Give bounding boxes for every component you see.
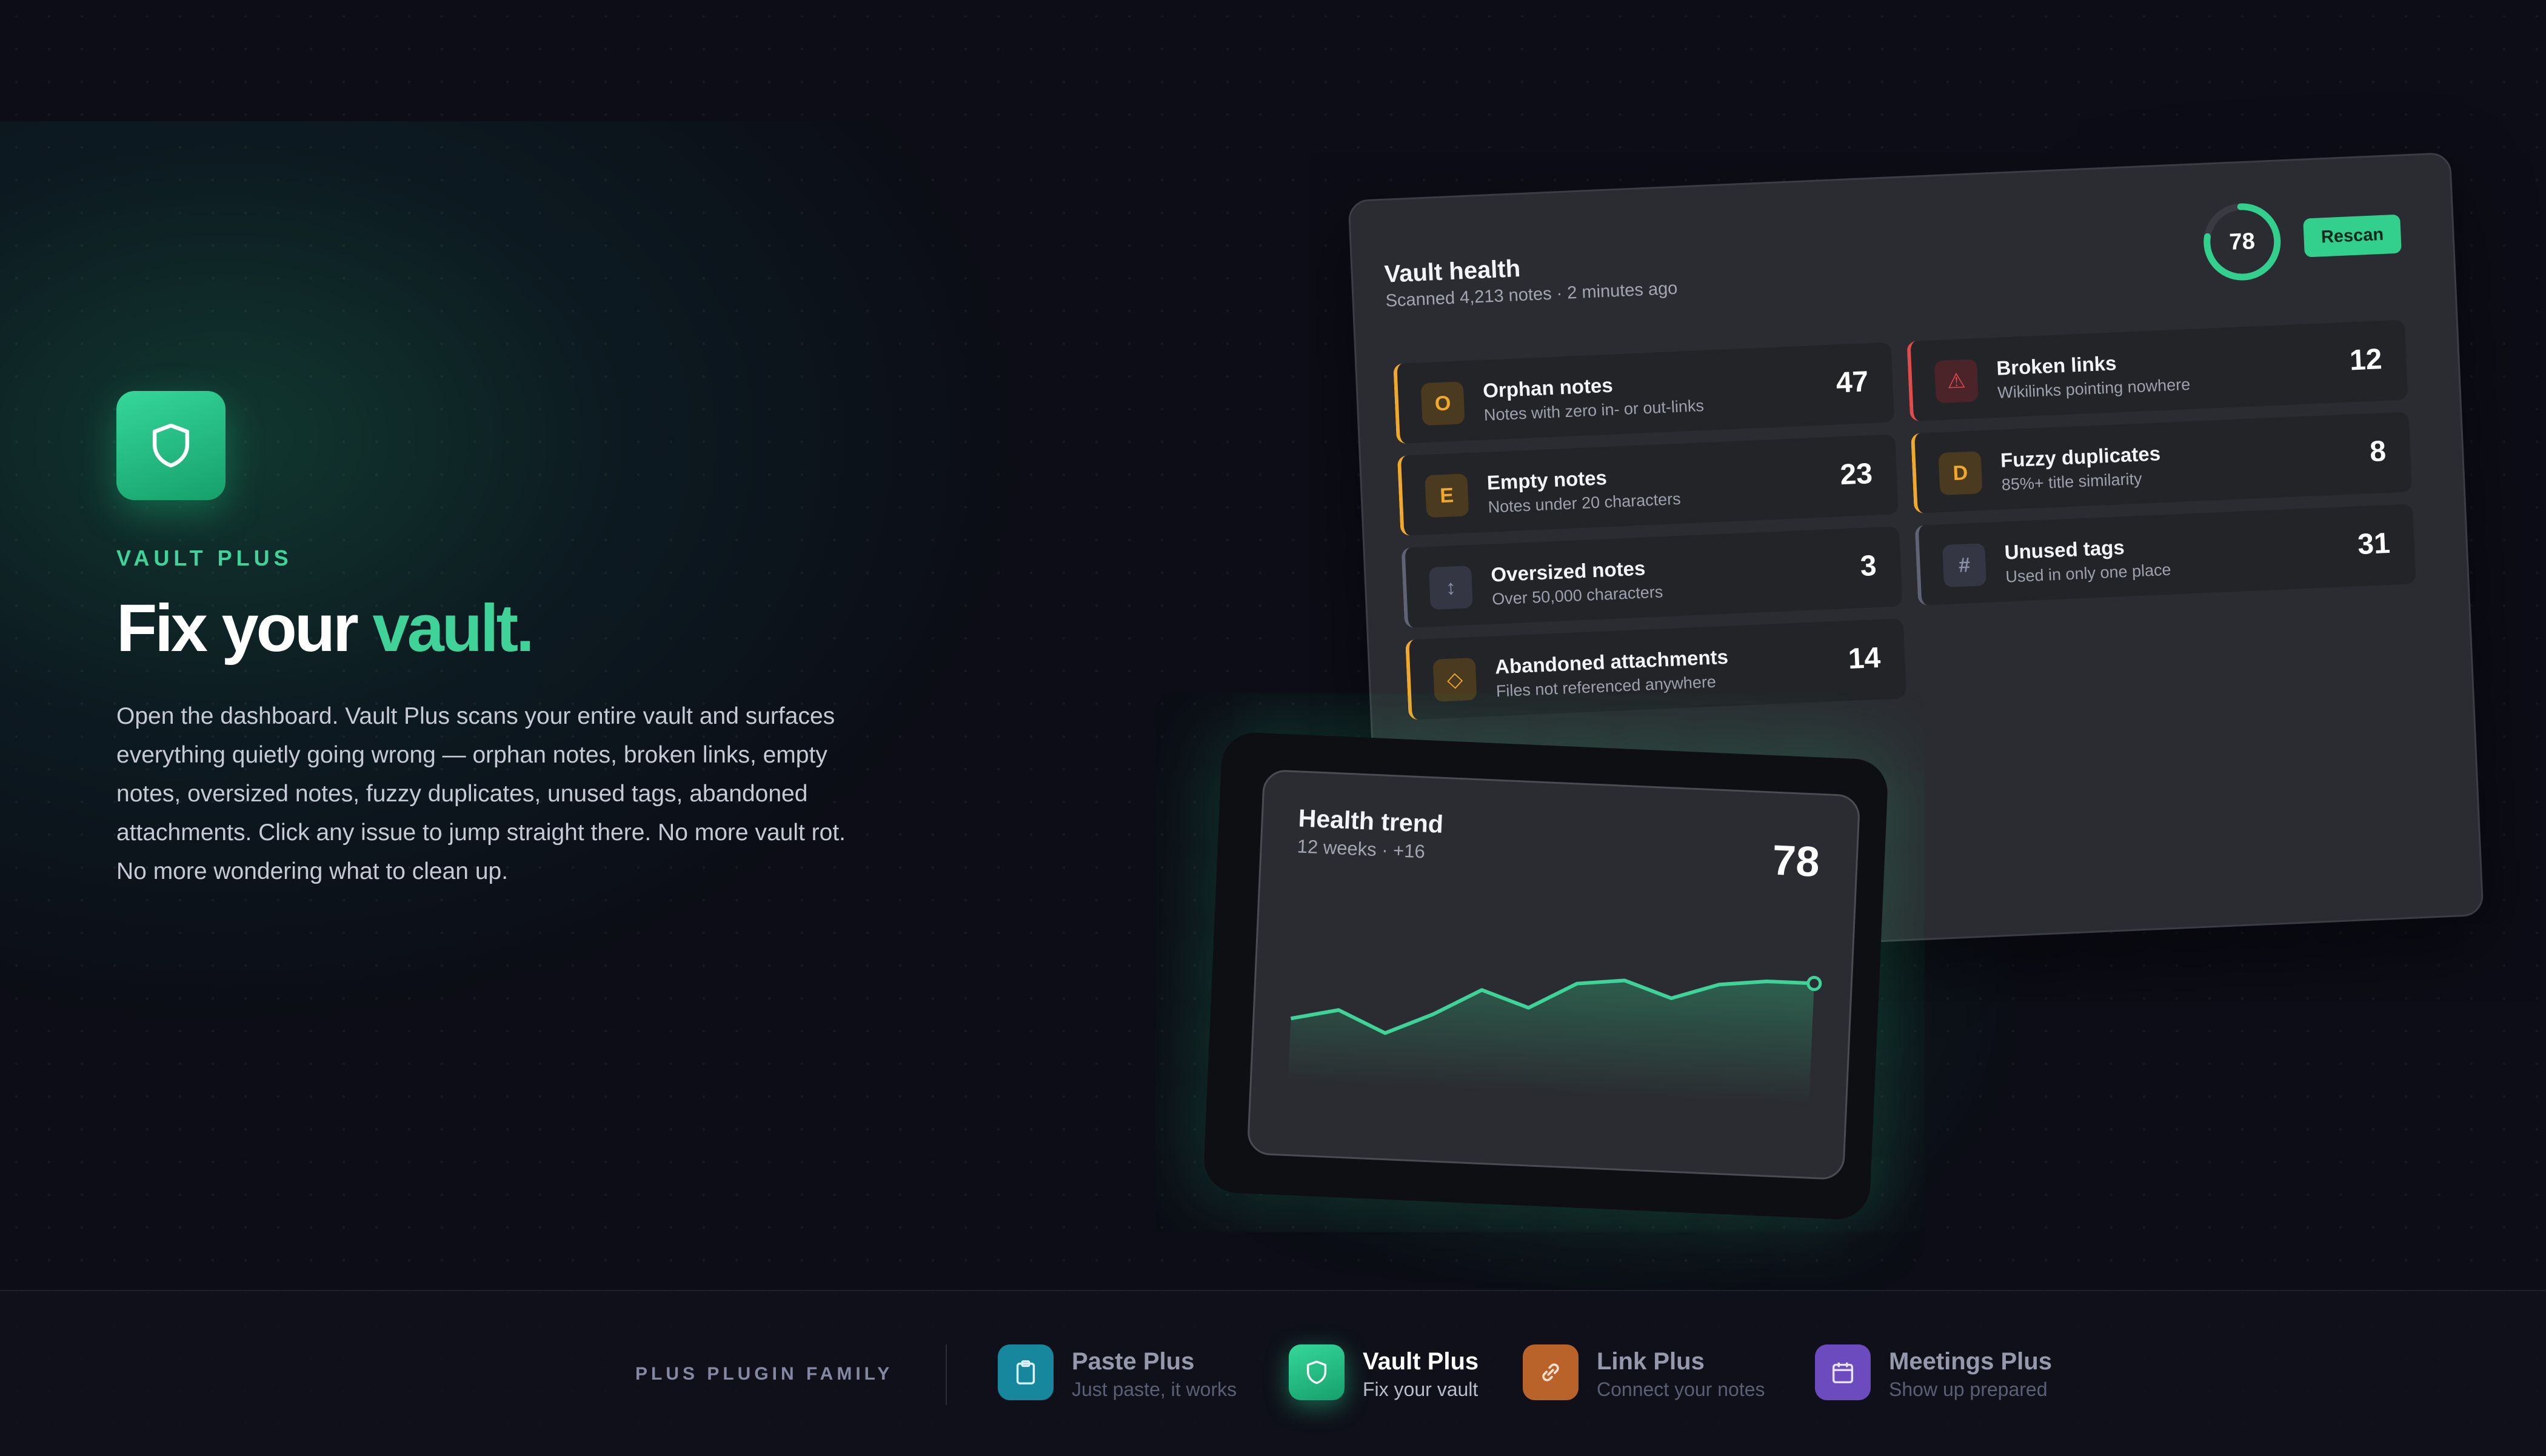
issue-count: 23 (1839, 458, 1874, 492)
issue-description: Notes under 20 characters (1488, 489, 1682, 516)
issue-count: 12 (2348, 343, 2383, 377)
hash-tag-icon: # (1942, 543, 1987, 588)
trend-value: 78 (1771, 836, 1821, 886)
issue-count: 3 (1859, 549, 1877, 583)
trend-title: Health trend (1297, 804, 1444, 838)
trend-endpoint (1806, 975, 1822, 991)
issue-count: 14 (1847, 641, 1882, 676)
health-score-value: 78 (2228, 228, 2256, 255)
vault-plus-logo (116, 391, 226, 500)
warning-triangle-icon: ⚠ (1934, 359, 1979, 404)
clipboard-icon (998, 1344, 1054, 1400)
attachment-diamond-icon: ◇ (1432, 657, 1477, 702)
issue-description: Wikilinks pointing nowhere (1997, 375, 2191, 402)
rescan-button[interactable]: Rescan (2303, 214, 2402, 258)
issue-title: Orphan notes (1482, 373, 1614, 402)
health-trend-card[interactable]: Health trend 12 weeks · +16 78 (1246, 769, 1861, 1181)
shield-icon (1289, 1344, 1345, 1400)
panel-title: Vault health (1383, 255, 1522, 288)
hero-headline: Fix your vault. (116, 595, 880, 662)
plugin-tagline: Just paste, it works (1072, 1378, 1237, 1400)
issue-card-empty-notes[interactable]: E Empty notes Notes under 20 characters … (1397, 434, 1899, 536)
issue-card-unused-tags[interactable]: # Unused tags Used in only one place 31 (1914, 504, 2416, 606)
issue-card-fuzzy-duplicates[interactable]: D Fuzzy duplicates 85%+ title similarity… (1911, 412, 2413, 514)
orphan-notes-icon: O (1420, 381, 1465, 426)
empty-notes-icon: E (1425, 473, 1469, 518)
plugin-tagline: Connect your notes (1597, 1378, 1765, 1400)
fuzzy-duplicates-icon: D (1938, 451, 1983, 496)
plugin-name: Vault Plus (1363, 1348, 1479, 1375)
issue-count: 47 (1835, 366, 1869, 399)
issue-title: Fuzzy duplicates (2000, 442, 2161, 472)
trend-subtitle: 12 weeks · +16 (1297, 835, 1426, 863)
plugin-name: Paste Plus (1072, 1348, 1195, 1375)
plugin-tagline: Fix your vault (1363, 1378, 1478, 1400)
issue-card-oversized-notes[interactable]: ↕ Oversized notes Over 50,000 characters… (1401, 526, 1903, 628)
shield-icon (152, 423, 190, 468)
issue-title: Unused tags (2003, 535, 2125, 564)
issue-card-broken-links[interactable]: ⚠ Broken links Wikilinks pointing nowher… (1906, 319, 2408, 422)
headline-main: Fix your (116, 591, 373, 666)
hero-section: VAULT PLUS Fix your vault. Open the dash… (116, 391, 880, 891)
headline-accent: vault. (372, 591, 534, 666)
footer-divider (946, 1344, 947, 1405)
hero-description: Open the dashboard. Vault Plus scans you… (116, 703, 846, 884)
link-icon (1523, 1344, 1579, 1400)
issue-description: 85%+ title similarity (2001, 469, 2143, 494)
calendar-icon (1815, 1344, 1871, 1400)
plugin-name: Link Plus (1597, 1348, 1705, 1375)
issue-card-orphan-notes[interactable]: O Orphan notes Notes with zero in- or ou… (1393, 342, 1895, 444)
plugin-family-footer: PLUS PLUGIN FAMILY Paste Plus Just paste… (0, 1290, 2546, 1456)
health-trend-chart (1288, 975, 1822, 1104)
issue-card-abandoned-attachments[interactable]: ◇ Abandoned attachments Files not refere… (1405, 618, 1907, 720)
issue-count: 31 (2357, 527, 2391, 561)
issue-title: Broken links (1996, 352, 2117, 379)
plugin-tagline: Show up prepared (1889, 1378, 2048, 1400)
issue-title: Empty notes (1486, 466, 1608, 494)
plugin-name: Meetings Plus (1889, 1348, 2052, 1375)
issue-title: Oversized notes (1490, 556, 1646, 586)
issue-description: Over 50,000 characters (1491, 583, 1663, 609)
issue-count: 8 (2369, 435, 2387, 469)
product-eyebrow: VAULT PLUS (116, 546, 293, 570)
oversized-notes-icon: ↕ (1428, 566, 1473, 610)
issue-description: Used in only one place (2005, 560, 2172, 586)
family-label: PLUS PLUGIN FAMILY (635, 1364, 894, 1384)
